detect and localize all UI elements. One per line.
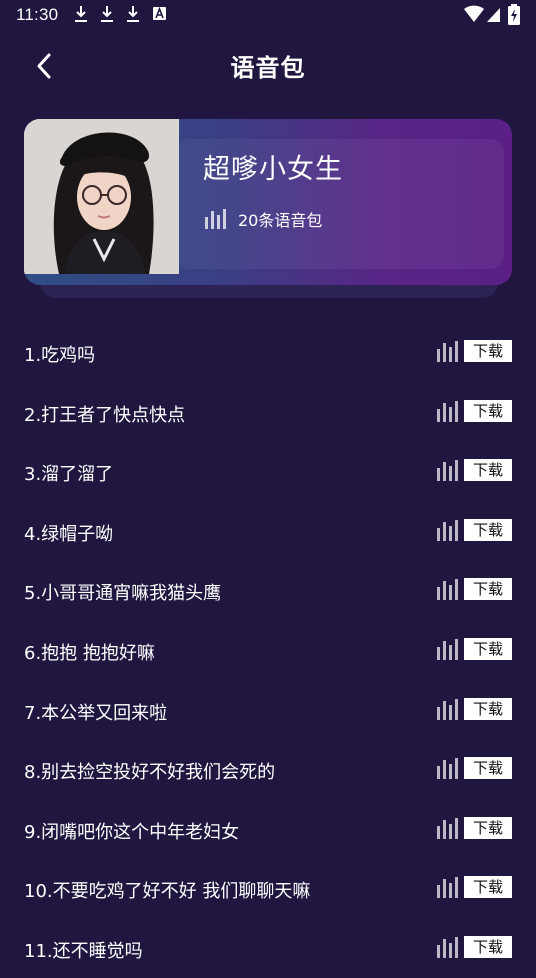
play-sound-icon[interactable] bbox=[436, 698, 458, 720]
voice-item-title: 2.打王者了快点快点 bbox=[24, 404, 186, 426]
list-item[interactable]: 6.抱抱 抱抱好嘛 下载 bbox=[24, 620, 512, 680]
play-sound-icon[interactable] bbox=[436, 876, 458, 899]
download-button[interactable]: 下载 bbox=[464, 459, 512, 482]
voice-pack-card: 超嗲小女生 20条语音包 bbox=[24, 119, 512, 285]
download-button[interactable]: 下载 bbox=[464, 578, 512, 601]
play-sound-icon[interactable] bbox=[436, 400, 458, 422]
voice-item-title: 4.绿帽子呦 bbox=[24, 523, 114, 545]
play-sound-icon[interactable] bbox=[436, 936, 458, 958]
download-notification-icon bbox=[75, 6, 87, 22]
download-button[interactable]: 下载 bbox=[464, 399, 512, 422]
voice-item-title: 10.不要吃鸡了好不好 我们聊聊天嘛 bbox=[24, 881, 311, 903]
voice-item-title: 9.闭嘴吧你这个中年老妇女 bbox=[24, 821, 240, 843]
list-item[interactable]: 3.溜了溜了 下载 bbox=[24, 441, 512, 501]
font-notification-icon bbox=[153, 6, 166, 20]
play-sound-icon[interactable] bbox=[436, 459, 458, 482]
download-button[interactable]: 下载 bbox=[464, 935, 512, 958]
voice-item-title: 3.溜了溜了 bbox=[24, 464, 114, 486]
list-item[interactable]: 5.小哥哥通宵嘛我猫头鹰 下载 bbox=[24, 560, 512, 620]
play-sound-icon[interactable] bbox=[436, 817, 458, 839]
download-button[interactable]: 下载 bbox=[464, 637, 512, 660]
play-sound-icon[interactable] bbox=[436, 578, 458, 601]
list-item[interactable]: 8.别去捡空投好不好我们会死的 下载 bbox=[24, 739, 512, 799]
page-title: 语音包 bbox=[230, 54, 306, 82]
signal-icon bbox=[487, 8, 500, 22]
voice-item-title: 11.还不睡觉吗 bbox=[24, 940, 143, 962]
sound-wave-icon bbox=[205, 209, 226, 229]
download-button[interactable]: 下载 bbox=[464, 757, 512, 780]
download-notification-icon bbox=[101, 6, 113, 22]
list-item[interactable]: 11.还不睡觉吗 下载 bbox=[24, 918, 512, 978]
play-sound-icon[interactable] bbox=[436, 340, 458, 362]
status-time: 11:30 bbox=[16, 5, 59, 24]
list-item[interactable]: 9.闭嘴吧你这个中年老妇女 下载 bbox=[24, 799, 512, 859]
play-sound-icon[interactable] bbox=[436, 519, 458, 541]
avatar-image bbox=[24, 119, 179, 274]
download-button[interactable]: 下载 bbox=[464, 876, 512, 899]
voice-list: 1.吃鸡吗 下载 2.打王者了快点快点 下载 3.溜了溜了 下载 4.绿帽子呦 下载 5.小哥哥… bbox=[24, 322, 512, 978]
download-button[interactable]: 下载 bbox=[464, 340, 512, 362]
list-item[interactable]: 10.不要吃鸡了好不好 我们聊聊天嘛 下载 bbox=[24, 858, 512, 918]
voice-item-title: 5.小哥哥通宵嘛我猫头鹰 bbox=[24, 583, 222, 605]
list-item[interactable]: 1.吃鸡吗 下载 bbox=[24, 322, 512, 382]
status-bar: 11:30 bbox=[0, 0, 536, 30]
voice-item-title: 7.本公举又回来啦 bbox=[24, 702, 168, 724]
voice-item-title: 1.吃鸡吗 bbox=[24, 345, 96, 366]
list-item[interactable]: 7.本公举又回来啦 下载 bbox=[24, 680, 512, 740]
avatar bbox=[24, 119, 179, 274]
wifi-icon bbox=[464, 5, 484, 22]
download-button[interactable]: 下载 bbox=[464, 816, 512, 839]
download-button[interactable]: 下载 bbox=[464, 518, 512, 541]
voice-pack-name: 超嗲小女生 bbox=[203, 154, 343, 185]
list-item[interactable]: 2.打王者了快点快点 下载 bbox=[24, 382, 512, 442]
play-sound-icon[interactable] bbox=[436, 638, 458, 660]
voice-pack-count-row: 20条语音包 bbox=[204, 207, 322, 231]
play-sound-icon[interactable] bbox=[436, 757, 458, 780]
voice-item-title: 6.抱抱 抱抱好嘛 bbox=[24, 642, 155, 664]
voice-item-title: 8.别去捡空投好不好我们会死的 bbox=[24, 762, 276, 784]
download-button[interactable]: 下载 bbox=[464, 697, 512, 720]
download-notification-icon bbox=[127, 6, 139, 22]
list-item[interactable]: 4.绿帽子呦 下载 bbox=[24, 501, 512, 561]
voice-pack-count: 20条语音包 bbox=[238, 211, 323, 230]
battery-icon bbox=[508, 4, 520, 25]
